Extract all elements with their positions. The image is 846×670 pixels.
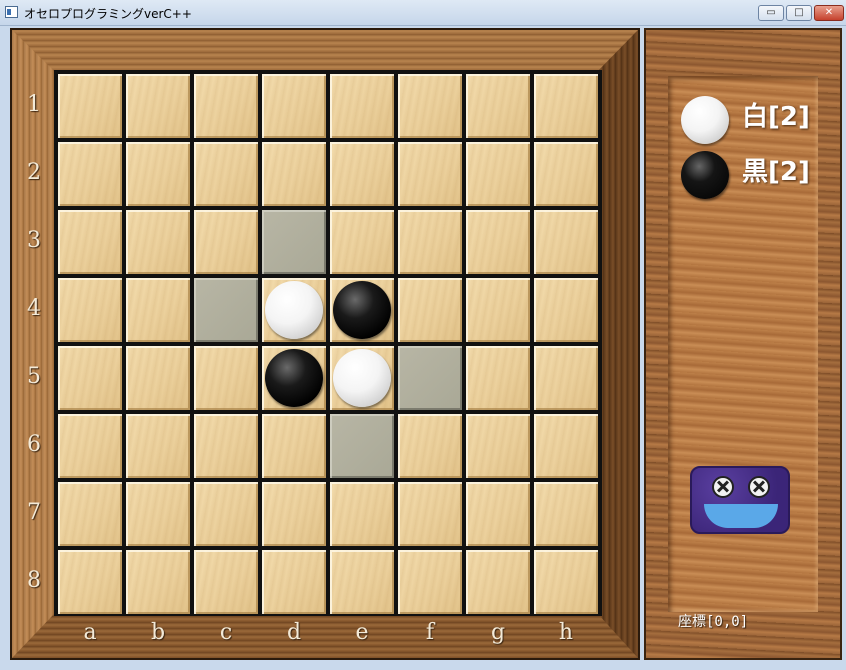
board-square-e2[interactable] [330, 142, 394, 206]
board-square-g5[interactable] [466, 346, 530, 410]
coordinate-readout: 座標[0,0] [678, 614, 749, 630]
board-square-a4[interactable] [58, 278, 122, 342]
board-square-b2[interactable] [126, 142, 190, 206]
window-title: オセロプログラミングverC++ [24, 7, 192, 21]
black-disc-e4 [333, 281, 391, 339]
board-bevel-right [598, 30, 638, 658]
title-bar: オセロプログラミングverC++ ▭ □ ✕ [0, 0, 846, 26]
rank-label: 5 [27, 364, 41, 389]
board-square-a8[interactable] [58, 550, 122, 614]
board-square-a1[interactable] [58, 74, 122, 138]
board-square-d3[interactable] [262, 210, 326, 274]
board-square-a2[interactable] [58, 142, 122, 206]
maximize-button[interactable]: □ [786, 5, 812, 21]
board-square-d7[interactable] [262, 482, 326, 546]
rank-label: 1 [27, 92, 41, 117]
close-button[interactable]: ✕ [814, 5, 844, 21]
othello-board [54, 70, 602, 616]
app-icon [5, 6, 18, 18]
board-square-c4[interactable] [194, 278, 258, 342]
board-square-e3[interactable] [330, 210, 394, 274]
board-square-a7[interactable] [58, 482, 122, 546]
board-bevel-top [12, 30, 638, 70]
board-square-d1[interactable] [262, 74, 326, 138]
rank-label: 7 [27, 500, 41, 525]
black-score: 黒[2] [742, 157, 810, 187]
board-square-e6[interactable] [330, 414, 394, 478]
board-square-g4[interactable] [466, 278, 530, 342]
board-square-h2[interactable] [534, 142, 598, 206]
rank-label: 3 [27, 228, 41, 253]
board-square-b8[interactable] [126, 550, 190, 614]
board-square-f3[interactable] [398, 210, 462, 274]
board-square-g3[interactable] [466, 210, 530, 274]
rank-label: 4 [27, 296, 41, 321]
board-square-g7[interactable] [466, 482, 530, 546]
board-square-g6[interactable] [466, 414, 530, 478]
board-square-a6[interactable] [58, 414, 122, 478]
board-square-e7[interactable] [330, 482, 394, 546]
file-label: e [355, 620, 369, 645]
file-label: h [558, 620, 574, 645]
board-square-e1[interactable] [330, 74, 394, 138]
board-square-f6[interactable] [398, 414, 462, 478]
board-square-f4[interactable] [398, 278, 462, 342]
black-disc-d5 [265, 349, 323, 407]
minimize-button[interactable]: ▭ [758, 5, 784, 21]
board-square-h1[interactable] [534, 74, 598, 138]
board-square-b7[interactable] [126, 482, 190, 546]
board-square-f1[interactable] [398, 74, 462, 138]
robot-face-icon[interactable] [690, 466, 790, 534]
board-square-c2[interactable] [194, 142, 258, 206]
board-square-g1[interactable] [466, 74, 530, 138]
board-square-g2[interactable] [466, 142, 530, 206]
board-square-h6[interactable] [534, 414, 598, 478]
board-square-h7[interactable] [534, 482, 598, 546]
board-square-c6[interactable] [194, 414, 258, 478]
board-square-f7[interactable] [398, 482, 462, 546]
robot-right-eye-icon [748, 476, 770, 498]
board-square-d8[interactable] [262, 550, 326, 614]
board-square-c8[interactable] [194, 550, 258, 614]
white-score-disc-icon [681, 96, 729, 144]
file-label: f [425, 620, 435, 645]
board-square-b6[interactable] [126, 414, 190, 478]
board-square-c3[interactable] [194, 210, 258, 274]
board-square-c7[interactable] [194, 482, 258, 546]
board-square-h3[interactable] [534, 210, 598, 274]
white-disc-d4 [265, 281, 323, 339]
white-disc-e5 [333, 349, 391, 407]
black-score-disc-icon [681, 151, 729, 199]
board-square-f5[interactable] [398, 346, 462, 410]
board-square-b5[interactable] [126, 346, 190, 410]
board-square-h8[interactable] [534, 550, 598, 614]
board-square-a5[interactable] [58, 346, 122, 410]
rank-label: 6 [27, 432, 41, 457]
file-label: c [219, 620, 233, 645]
board-square-c1[interactable] [194, 74, 258, 138]
board-square-d6[interactable] [262, 414, 326, 478]
board-square-c5[interactable] [194, 346, 258, 410]
file-label: d [286, 620, 302, 645]
rank-label: 8 [27, 568, 41, 593]
board-square-h5[interactable] [534, 346, 598, 410]
board-square-b3[interactable] [126, 210, 190, 274]
board-square-f8[interactable] [398, 550, 462, 614]
board-square-f2[interactable] [398, 142, 462, 206]
rank-label: 2 [27, 160, 41, 185]
file-label: b [150, 620, 166, 645]
board-square-b1[interactable] [126, 74, 190, 138]
file-label: a [83, 620, 97, 645]
robot-mouth-icon [704, 504, 778, 528]
board-square-h4[interactable] [534, 278, 598, 342]
white-score: 白[2] [742, 102, 810, 132]
board-square-a3[interactable] [58, 210, 122, 274]
robot-left-eye-icon [712, 476, 734, 498]
board-bevel-left [12, 30, 54, 658]
board-square-d2[interactable] [262, 142, 326, 206]
file-label: g [490, 620, 506, 645]
board-square-g8[interactable] [466, 550, 530, 614]
board-square-e8[interactable] [330, 550, 394, 614]
board-square-b4[interactable] [126, 278, 190, 342]
